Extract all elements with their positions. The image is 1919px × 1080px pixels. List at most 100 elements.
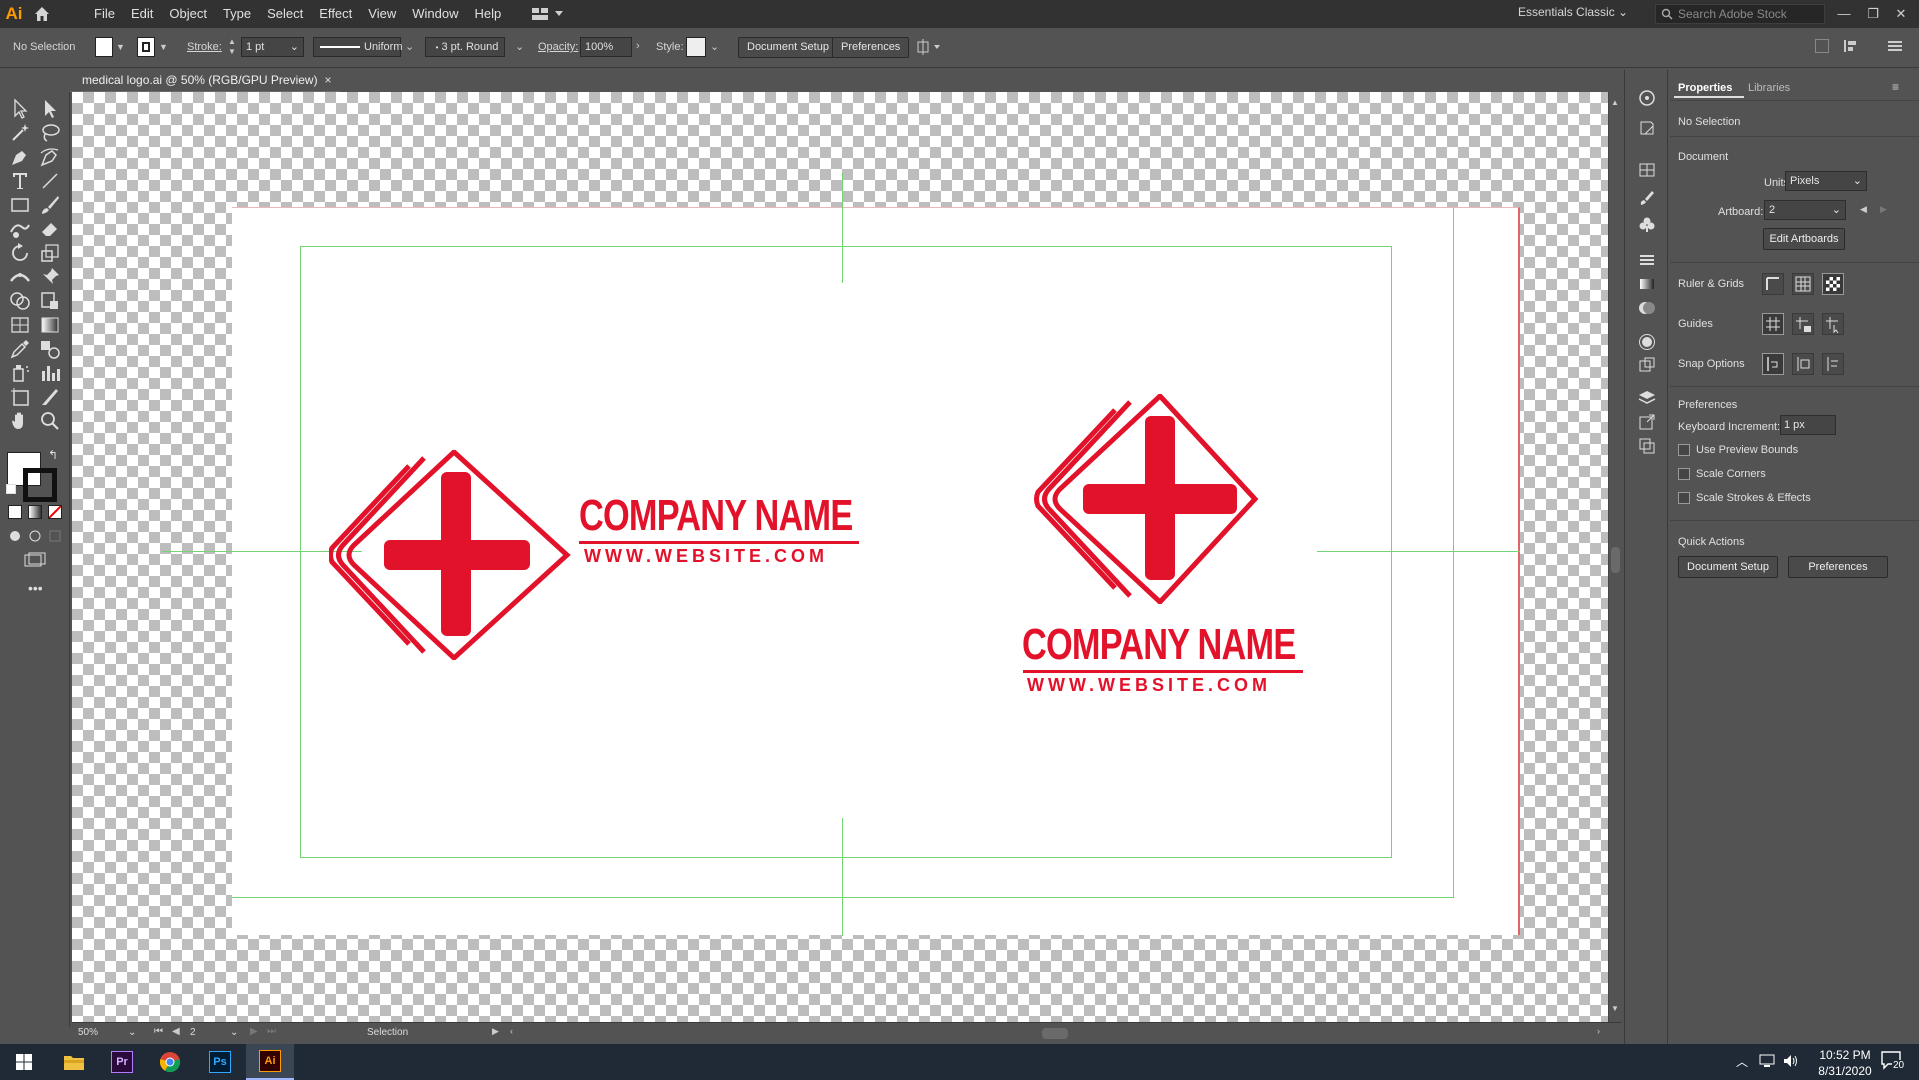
layers-panel-icon[interactable] — [1637, 388, 1657, 408]
transform-options-button[interactable] — [916, 38, 942, 59]
draw-behind-button[interactable] — [28, 529, 42, 546]
preferences-button[interactable]: Preferences — [832, 37, 910, 58]
export-panel-icon[interactable] — [1637, 412, 1657, 432]
column-graph-tool[interactable] — [38, 361, 62, 385]
scroll-up-arrow[interactable]: ▲ — [1611, 98, 1619, 107]
rotate-tool[interactable] — [8, 241, 32, 265]
align-panel-icon[interactable] — [1843, 39, 1859, 56]
artboard[interactable]: COMPANY NAME WWW.WEBSITE.COM COMPANY NAM… — [162, 173, 1520, 936]
menu-window[interactable]: Window — [404, 0, 466, 28]
units-select[interactable]: Pixels ⌄ — [1785, 171, 1867, 191]
last-artboard-button[interactable]: ⏭ — [267, 1026, 276, 1037]
more-tools-button[interactable]: ••• — [28, 580, 43, 596]
gradient-panel-icon[interactable] — [1637, 274, 1657, 294]
symbols-panel-icon[interactable] — [1637, 214, 1657, 234]
pen-tool[interactable] — [8, 145, 32, 169]
zoom-tool[interactable] — [38, 409, 62, 433]
scroll-left-arrow[interactable]: ‹ — [510, 1026, 513, 1036]
scale-tool[interactable] — [38, 241, 62, 265]
company-name-text[interactable]: COMPANY NAME — [579, 491, 853, 541]
asset-export-panel-icon[interactable] — [1637, 118, 1657, 138]
perspective-grid-tool[interactable] — [8, 313, 32, 337]
libraries-panel-icon[interactable] — [1637, 160, 1657, 180]
line-segment-tool[interactable] — [38, 169, 62, 193]
smart-guides-button[interactable] — [1822, 313, 1844, 335]
website-text-stacked[interactable]: WWW.WEBSITE.COM — [1027, 675, 1271, 696]
medical-cross-logo-mark-stacked[interactable] — [1015, 394, 1260, 604]
puppet-warp-tool[interactable] — [38, 265, 62, 289]
previous-artboard-arrow[interactable]: ◀ — [1860, 204, 1867, 215]
clock-time[interactable]: 10:52 PM — [1810, 1048, 1880, 1062]
keyboard-increment-field[interactable]: 1 px — [1780, 415, 1836, 435]
close-window-button[interactable]: ✕ — [1891, 4, 1911, 24]
gradient-tool[interactable] — [38, 313, 62, 337]
artboard-number-field[interactable]: 2 ⌄ — [190, 1027, 240, 1038]
panel-options-icon[interactable] — [1815, 39, 1829, 53]
brushes-panel-icon[interactable] — [1637, 188, 1657, 208]
show-guides-button[interactable] — [1762, 313, 1784, 335]
horizontal-scroll-thumb[interactable] — [1042, 1028, 1068, 1039]
snap-to-grid-button[interactable] — [1822, 353, 1844, 375]
menu-effect[interactable]: Effect — [311, 0, 360, 28]
live-paint-tool[interactable] — [38, 289, 62, 313]
home-button[interactable] — [28, 0, 56, 28]
snap-to-point-button[interactable] — [1762, 353, 1784, 375]
close-tab-button[interactable]: × — [320, 68, 336, 92]
network-icon[interactable] — [1758, 1052, 1776, 1073]
use-preview-bounds-checkbox[interactable] — [1678, 444, 1690, 456]
quick-preferences-button[interactable]: Preferences — [1788, 556, 1888, 578]
scroll-right-arrow[interactable]: › — [1597, 1026, 1600, 1036]
previous-artboard-button[interactable]: ◀ — [172, 1026, 180, 1037]
chevron-right-icon[interactable]: › — [636, 40, 640, 52]
windows-start-button[interactable] — [0, 1044, 48, 1080]
default-colors-icon[interactable] — [6, 484, 16, 494]
gradient-mode-button[interactable] — [28, 505, 42, 519]
chevron-down-icon[interactable]: ▼ — [159, 42, 168, 52]
artboard-select[interactable]: 2 ⌄ — [1764, 200, 1846, 220]
premiere-pro-app[interactable]: Pr — [98, 1044, 146, 1080]
next-artboard-button[interactable]: ▶ — [250, 1026, 258, 1037]
stroke-color-swatch[interactable] — [23, 468, 57, 502]
opacity-field[interactable]: 100% — [580, 37, 632, 57]
menu-type[interactable]: Type — [215, 0, 259, 28]
transparency-grid-button[interactable] — [1822, 273, 1844, 295]
eraser-tool[interactable] — [38, 217, 62, 241]
edit-artboards-button[interactable]: Edit Artboards — [1763, 228, 1845, 250]
tab-libraries[interactable]: Libraries — [1748, 82, 1790, 94]
lock-guides-button[interactable] — [1792, 313, 1814, 335]
quick-document-setup-button[interactable]: Document Setup — [1678, 556, 1778, 578]
illustrator-app[interactable]: Ai — [246, 1044, 294, 1080]
screen-mode-button[interactable] — [24, 552, 46, 571]
menu-help[interactable]: Help — [466, 0, 509, 28]
canvas[interactable]: COMPANY NAME WWW.WEBSITE.COM COMPANY NAM… — [72, 92, 1608, 1022]
symbol-sprayer-tool[interactable] — [8, 361, 32, 385]
direct-selection-tool[interactable] — [38, 97, 62, 121]
status-menu-arrow[interactable]: ▶ — [492, 1026, 499, 1037]
scroll-down-arrow[interactable]: ▼ — [1611, 1004, 1619, 1013]
graphic-style-swatch[interactable] — [686, 37, 706, 57]
menu-edit[interactable]: Edit — [123, 0, 161, 28]
website-text[interactable]: WWW.WEBSITE.COM — [584, 546, 828, 567]
artboard-tool[interactable] — [8, 385, 32, 409]
clock-date[interactable]: 8/31/2020 — [1810, 1064, 1880, 1078]
medical-cross-logo-mark[interactable] — [329, 450, 574, 660]
menu-view[interactable]: View — [360, 0, 404, 28]
swap-colors-icon[interactable]: ↰ — [48, 448, 58, 462]
scale-strokes-checkbox[interactable] — [1678, 492, 1690, 504]
draw-normal-button[interactable] — [8, 529, 22, 546]
stroke-label[interactable]: Stroke: — [187, 41, 222, 53]
document-tab[interactable]: medical logo.ai @ 50% (RGB/GPU Preview) — [70, 68, 340, 92]
vertical-scrollbar[interactable]: ▲ ▼ — [1608, 92, 1622, 1022]
opacity-label[interactable]: Opacity: — [538, 41, 578, 53]
shape-builder-tool[interactable] — [8, 289, 32, 313]
stroke-panel-icon[interactable] — [1637, 250, 1657, 270]
none-mode-button[interactable] — [48, 505, 62, 519]
zoom-level-field[interactable]: 50% ⌄ — [78, 1027, 138, 1041]
chevron-down-icon[interactable]: ⌄ — [405, 40, 414, 53]
restore-button[interactable]: ❐ — [1863, 4, 1883, 24]
graphic-styles-panel-icon[interactable] — [1637, 356, 1657, 376]
shaper-tool[interactable] — [8, 217, 32, 241]
chevron-down-icon[interactable]: ⌄ — [710, 40, 719, 53]
rectangle-tool[interactable] — [8, 193, 32, 217]
width-tool[interactable] — [8, 265, 32, 289]
